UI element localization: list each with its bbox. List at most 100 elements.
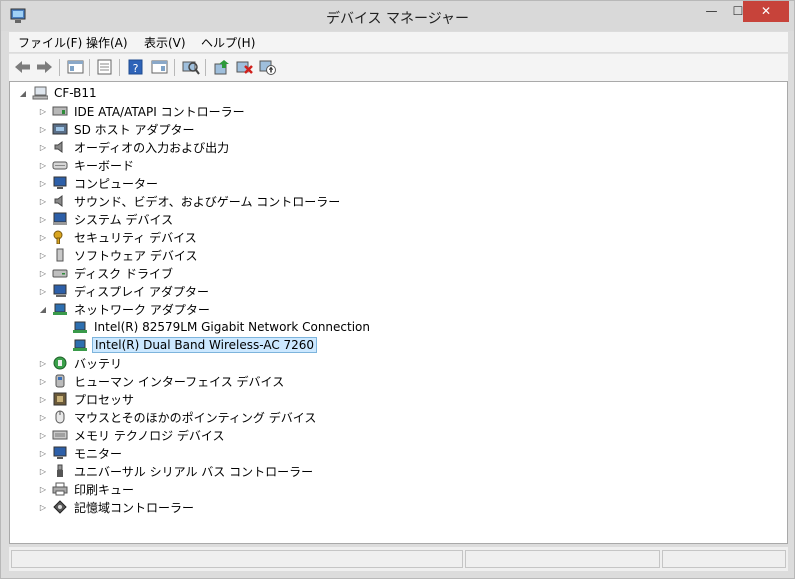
minimize-button[interactable]: — bbox=[698, 1, 725, 22]
memory-device-icon bbox=[52, 430, 68, 440]
tree-item-sd-host-adapters[interactable]: ▷ SD ホスト アダプター bbox=[38, 120, 197, 138]
tree-item-label: 印刷キュー bbox=[74, 482, 135, 497]
collapse-arrow-icon[interactable]: ◢ bbox=[18, 88, 28, 98]
expand-arrow-icon[interactable]: ▷ bbox=[38, 106, 48, 116]
tree-item-audio-inputs-outputs[interactable]: ▷ オーディオの入力および出力 bbox=[38, 138, 231, 156]
tree-item-label: IDE ATA/ATAPI コントローラー bbox=[74, 104, 245, 119]
tree-item-keyboards[interactable]: ▷ キーボード bbox=[38, 156, 136, 174]
network-adapter-icon bbox=[73, 339, 87, 351]
menu-help[interactable]: ヘルプ(H) bbox=[201, 34, 255, 51]
expand-arrow-icon[interactable]: ▷ bbox=[38, 466, 48, 476]
tree-item-label: ユニバーサル シリアル バス コントローラー bbox=[74, 464, 314, 479]
window-title: デバイス マネージャー bbox=[325, 11, 470, 27]
tree-item-usb-controllers[interactable]: ▷ ユニバーサル シリアル バス コントローラー bbox=[38, 462, 315, 480]
scan-hardware-icon[interactable] bbox=[181, 58, 200, 76]
show-hide-console-tree-icon[interactable] bbox=[66, 58, 85, 76]
tree-item-label: オーディオの入力および出力 bbox=[74, 140, 230, 155]
tree-item-human-interface-devices[interactable]: ▷ ヒューマン インターフェイス デバイス bbox=[38, 372, 286, 390]
expand-arrow-icon[interactable]: ▷ bbox=[38, 448, 48, 458]
menu-file[interactable]: ファイル(F) bbox=[18, 34, 82, 51]
printer-icon bbox=[52, 482, 68, 496]
tree-root-computer[interactable]: ◢ CF-B11 bbox=[18, 84, 99, 102]
network-adapter-icon bbox=[53, 303, 67, 315]
storage-controller-icon bbox=[53, 500, 67, 514]
tree-item-label: コンピューター bbox=[74, 176, 159, 191]
tree-item-computer[interactable]: ▷ コンピューター bbox=[38, 174, 160, 192]
tree-item-label: Intel(R) 82579LM Gigabit Network Connect… bbox=[94, 320, 370, 334]
sd-host-adapter-icon bbox=[52, 123, 68, 135]
tree-item-display-adapters[interactable]: ▷ ディスプレイ アダプター bbox=[38, 282, 211, 300]
speaker-icon bbox=[54, 141, 63, 153]
uninstall-icon[interactable] bbox=[235, 58, 254, 76]
tree-item-label: Intel(R) Dual Band Wireless-AC 7260 bbox=[92, 337, 318, 353]
status-pane-main bbox=[11, 550, 463, 568]
svg-text:?: ? bbox=[133, 62, 139, 75]
tree-item-label: マウスとそのほかのポインティング デバイス bbox=[74, 410, 317, 425]
back-arrow-icon[interactable] bbox=[13, 58, 32, 76]
menu-action[interactable]: 操作(A) bbox=[86, 34, 128, 51]
tree-item-disk-drives[interactable]: ▷ ディスク ドライブ bbox=[38, 264, 175, 282]
tree-item-storage-controllers[interactable]: ▷ 記憶域コントローラー bbox=[38, 498, 196, 516]
disk-drive-icon bbox=[52, 269, 68, 278]
tree-item-label: バッテリ bbox=[74, 356, 123, 371]
tree-item-software-devices[interactable]: ▷ ソフトウェア デバイス bbox=[38, 246, 199, 264]
expand-arrow-icon[interactable]: ▷ bbox=[38, 214, 48, 224]
tree-item-ide-controllers[interactable]: ▷ IDE ATA/ATAPI コントローラー bbox=[38, 102, 247, 120]
close-button[interactable]: ✕ bbox=[743, 1, 789, 22]
expand-arrow-icon[interactable]: ▷ bbox=[38, 430, 48, 440]
tree-item-label: セキュリティ デバイス bbox=[74, 230, 197, 245]
tree-item-mice-pointing-devices[interactable]: ▷ マウスとそのほかのポインティング デバイス bbox=[38, 408, 318, 426]
system-device-icon bbox=[53, 212, 67, 225]
menu-view[interactable]: 表示(V) bbox=[144, 34, 186, 51]
title-bar[interactable]: デバイス マネージャー — ☐ ✕ bbox=[1, 1, 794, 31]
action-pane-icon[interactable] bbox=[150, 58, 169, 76]
tree-item-sound-video-game[interactable]: ▷ サウンド、ビデオ、およびゲーム コントローラー bbox=[38, 192, 342, 210]
tree-item-intel-wireless-ac-7260[interactable]: Intel(R) Dual Band Wireless-AC 7260 bbox=[72, 336, 318, 354]
expand-arrow-icon[interactable]: ▷ bbox=[38, 178, 48, 188]
disable-device-icon[interactable] bbox=[258, 58, 277, 76]
computer-icon bbox=[32, 86, 48, 100]
update-driver-icon[interactable] bbox=[212, 58, 231, 76]
expand-arrow-icon[interactable]: ▷ bbox=[38, 142, 48, 152]
toolbar-separator bbox=[174, 59, 175, 76]
expand-arrow-icon[interactable]: ▷ bbox=[38, 376, 48, 386]
expand-arrow-icon[interactable]: ▷ bbox=[38, 250, 48, 260]
key-icon bbox=[53, 230, 63, 244]
tree-item-memory-technology-devices[interactable]: ▷ メモリ テクノロジ デバイス bbox=[38, 426, 227, 444]
expand-arrow-icon[interactable]: ▷ bbox=[38, 160, 48, 170]
usb-icon bbox=[57, 464, 63, 477]
properties-icon[interactable] bbox=[95, 58, 114, 76]
expand-arrow-icon[interactable]: ▷ bbox=[38, 196, 48, 206]
expand-arrow-icon[interactable]: ▷ bbox=[38, 412, 48, 422]
device-tree[interactable]: ◢ CF-B11 ▷ IDE ATA/ATAPI コントローラー ▷ SD ホス… bbox=[9, 81, 788, 544]
help-icon[interactable]: ? bbox=[126, 58, 145, 76]
expand-arrow-icon[interactable]: ▷ bbox=[38, 124, 48, 134]
tree-item-batteries[interactable]: ▷ バッテリ bbox=[38, 354, 124, 372]
expand-arrow-icon[interactable]: ▷ bbox=[38, 286, 48, 296]
toolbar-separator bbox=[89, 59, 90, 76]
tree-item-processors[interactable]: ▷ プロセッサ bbox=[38, 390, 136, 408]
expand-arrow-icon[interactable]: ▷ bbox=[38, 268, 48, 278]
tree-item-network-adapters[interactable]: ◢ ネットワーク アダプター bbox=[38, 300, 212, 318]
speaker-icon bbox=[54, 195, 63, 207]
tree-item-print-queues[interactable]: ▷ 印刷キュー bbox=[38, 480, 136, 498]
tree-item-label: サウンド、ビデオ、およびゲーム コントローラー bbox=[74, 194, 341, 209]
expand-arrow-icon[interactable]: ▷ bbox=[38, 484, 48, 494]
status-bar bbox=[9, 547, 788, 571]
toolbar: ? bbox=[9, 53, 788, 81]
status-pane-right bbox=[662, 550, 786, 568]
expand-arrow-icon[interactable]: ▷ bbox=[38, 358, 48, 368]
tree-item-label: キーボード bbox=[74, 158, 135, 173]
ide-controller-icon bbox=[52, 106, 68, 116]
forward-arrow-icon[interactable] bbox=[35, 58, 54, 76]
expand-arrow-icon[interactable]: ▷ bbox=[38, 394, 48, 404]
software-device-icon bbox=[56, 248, 64, 262]
tree-item-system-devices[interactable]: ▷ システム デバイス bbox=[38, 210, 175, 228]
tree-item-label: モニター bbox=[74, 446, 123, 461]
tree-item-security-devices[interactable]: ▷ セキュリティ デバイス bbox=[38, 228, 199, 246]
collapse-arrow-icon[interactable]: ◢ bbox=[38, 304, 48, 314]
tree-item-intel-gigabit-connection[interactable]: Intel(R) 82579LM Gigabit Network Connect… bbox=[72, 318, 372, 336]
expand-arrow-icon[interactable]: ▷ bbox=[38, 502, 48, 512]
expand-arrow-icon[interactable]: ▷ bbox=[38, 232, 48, 242]
tree-item-monitors[interactable]: ▷ モニター bbox=[38, 444, 124, 462]
